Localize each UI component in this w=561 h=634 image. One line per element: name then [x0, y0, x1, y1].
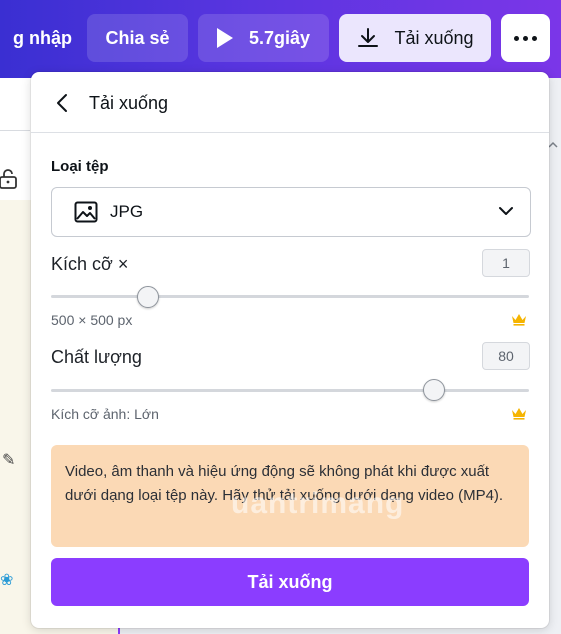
editor-right-area — [548, 78, 561, 634]
back-button[interactable] — [49, 88, 75, 118]
play-duration-label: 5.7giây — [248, 27, 311, 48]
doodle-mark: ✎ — [2, 452, 16, 469]
quality-slider-thumb[interactable] — [423, 379, 446, 401]
panel-header: Tải xuống — [31, 72, 549, 133]
size-input[interactable]: 1 — [482, 249, 530, 277]
doodle-mark: ❀ — [0, 572, 14, 589]
more-button[interactable] — [501, 14, 550, 62]
lock-icon[interactable] — [0, 168, 18, 190]
size-label: Kích cỡ × — [51, 254, 129, 274]
download-button-label: Tải xuống — [247, 571, 333, 592]
login-label: g nhập — [13, 27, 72, 48]
login-button[interactable]: g nhập — [0, 14, 72, 62]
quality-input[interactable]: 80 — [482, 342, 530, 370]
share-button[interactable]: Chia sẻ — [87, 14, 188, 62]
download-icon — [358, 28, 379, 47]
topbar-download-button[interactable]: Tải xuống — [339, 14, 491, 62]
notice-box: Video, âm thanh và hiệu ứng động sẽ khôn… — [51, 445, 529, 547]
crown-icon — [512, 408, 526, 420]
image-size-text: Kích cỡ ảnh: Lớn — [51, 406, 159, 422]
panel-title: Tải xuống — [89, 93, 169, 113]
quality-label: Chất lượng — [51, 347, 142, 367]
dimensions-text: 500 × 500 px — [51, 312, 133, 328]
notice-text: Video, âm thanh và hiệu ứng động sẽ khôn… — [65, 463, 504, 504]
top-bar: g nhập Chia sẻ 5.7giây Tải xuống — [0, 0, 561, 78]
file-type-label: Loại tệp — [51, 158, 109, 175]
size-slider-track[interactable] — [51, 295, 529, 298]
download-button[interactable]: Tải xuống — [51, 558, 529, 606]
play-icon — [216, 28, 233, 48]
caret-up-icon — [548, 141, 558, 148]
play-button[interactable]: 5.7giây — [198, 14, 329, 62]
more-dots-icon — [514, 35, 537, 41]
share-label: Chia sẻ — [105, 27, 170, 48]
file-type-value: JPG — [110, 202, 144, 221]
chevron-left-icon — [57, 94, 67, 112]
quality-slider-track[interactable] — [51, 389, 529, 392]
size-slider-thumb[interactable] — [136, 286, 159, 308]
divider — [0, 130, 30, 131]
file-type-select[interactable]: JPG — [51, 187, 531, 237]
download-panel: Tải xuống Loại tệp JPG Kích cỡ × 1 500 ×… — [31, 72, 549, 628]
topbar-download-label: Tải xuống — [394, 27, 474, 48]
crown-icon — [512, 314, 526, 326]
chevron-down-icon — [499, 207, 513, 215]
image-icon — [74, 201, 98, 223]
